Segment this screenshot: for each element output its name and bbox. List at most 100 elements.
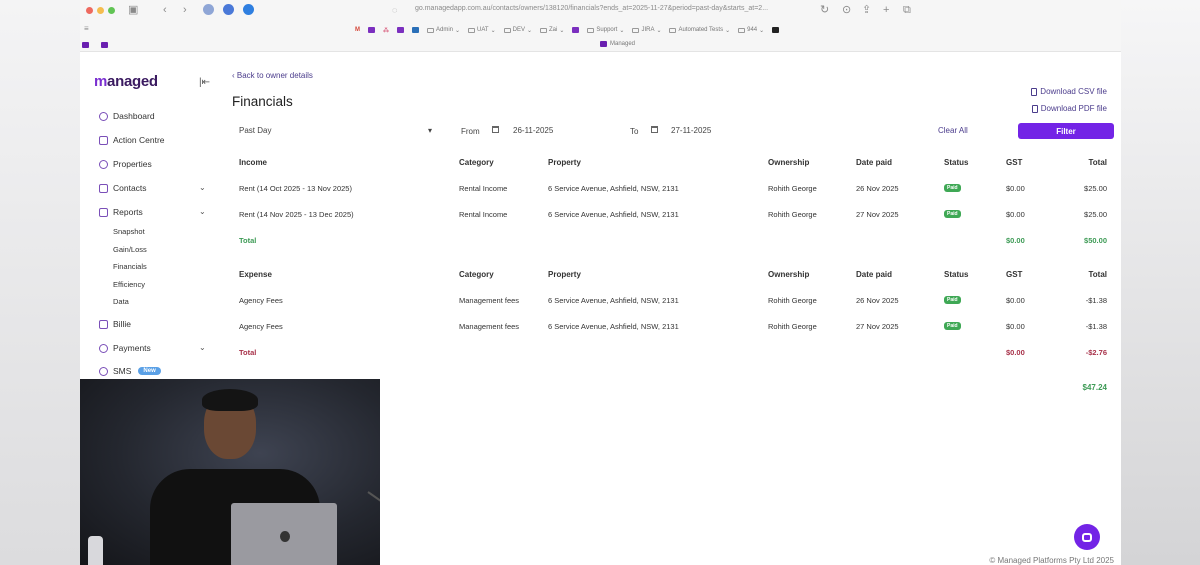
clear-all-button[interactable]: Clear All: [938, 126, 968, 135]
column-header: Date paid: [856, 270, 893, 279]
row-property: 6 Service Avenue, Ashfield, NSW, 2131: [548, 210, 679, 219]
sidebar-toggle-icon[interactable]: ▣: [128, 3, 138, 17]
total-gst: $0.00: [1006, 236, 1025, 245]
filter-bar: Past Day ▾ From 26-11-2025 To 27-11-2025…: [232, 122, 1115, 140]
column-header: GST: [1006, 158, 1023, 167]
pinned-tab-icon[interactable]: [82, 38, 89, 52]
column-header: Total: [1088, 270, 1107, 279]
bookmark-folder[interactable]: Automated Tests ⌄: [669, 27, 730, 34]
total-amount: -$2.76: [1085, 348, 1107, 357]
bookmark-folder[interactable]: Zai ⌄: [540, 27, 564, 34]
minimize-window-button[interactable]: [97, 7, 104, 14]
privacy-icon: ◌: [392, 5, 398, 15]
sidebar-item-properties[interactable]: Properties: [99, 159, 152, 169]
to-date-input[interactable]: 27-11-2025: [671, 126, 711, 135]
extension-icon[interactable]: [223, 4, 234, 15]
sidebar-item-contacts[interactable]: Contacts: [99, 183, 147, 193]
browser-toolbar: ▣ ‹ › ◌ go.managedapp.com.au/contacts/ow…: [80, 0, 1121, 52]
collapse-sidebar-icon[interactable]: |⇤: [199, 77, 210, 88]
sidebar-item-billie[interactable]: Billie: [99, 319, 131, 329]
folder-icon: [468, 27, 476, 33]
sidebar-item-action-centre[interactable]: Action Centre: [99, 135, 165, 145]
bookmark-app-icon[interactable]: [772, 27, 780, 33]
sidebar-subitem-gain-loss[interactable]: Gain/Loss: [113, 245, 147, 254]
reload-icon[interactable]: ↻: [820, 3, 829, 17]
caret-down-icon[interactable]: ▾: [428, 126, 432, 135]
bookmark-folder[interactable]: Support ⌄: [587, 27, 624, 34]
bookmark-folder[interactable]: UAT ⌄: [468, 27, 496, 34]
column-header: Date paid: [856, 158, 893, 167]
brand-logo[interactable]: mmanagedanaged: [94, 73, 158, 90]
period-select[interactable]: Past Day: [239, 126, 271, 135]
presenter-video: [80, 379, 380, 565]
document-icon: [99, 319, 108, 329]
status-badge: Paid: [944, 322, 961, 330]
tab-overview-icon[interactable]: ⧉: [903, 3, 911, 17]
status-badge: Paid: [944, 184, 961, 192]
chat-support-button[interactable]: [1074, 524, 1100, 550]
bookmark-folder[interactable]: JIRA ⌄: [632, 27, 661, 34]
bookmark-app-icon[interactable]: ⁂: [383, 27, 389, 34]
column-header: Property: [548, 158, 581, 167]
extension-icon[interactable]: [243, 4, 254, 15]
zoom-window-button[interactable]: [108, 7, 115, 14]
sidebar-item-sms[interactable]: SMS New: [99, 366, 161, 376]
bookmark-managed-icon[interactable]: [368, 27, 375, 33]
bookmark-managed-icon[interactable]: [397, 27, 404, 33]
row-description: Rent (14 Oct 2025 - 13 Nov 2025): [239, 184, 352, 193]
chevron-down-icon[interactable]: ⌄: [199, 183, 206, 192]
row-date: 27 Nov 2025: [856, 210, 899, 219]
sidebar-subitem-efficiency[interactable]: Efficiency: [113, 280, 145, 289]
bookmark-folder[interactable]: Admin ⌄: [427, 27, 460, 34]
sidebar-subitem-financials[interactable]: Financials: [113, 262, 147, 271]
sidebar-item-dashboard[interactable]: Dashboard: [99, 111, 155, 121]
folder-icon: [427, 27, 434, 33]
properties-icon: [99, 159, 108, 169]
back-arrow-icon[interactable]: ‹: [163, 3, 167, 17]
file-icon: [1031, 104, 1038, 113]
extension-icon[interactable]: [203, 4, 214, 15]
net-total: $47.24: [1082, 383, 1107, 392]
sidebar-subitem-snapshot[interactable]: Snapshot: [113, 227, 145, 236]
table-row[interactable]: Rent (14 Oct 2025 - 13 Nov 2025) Rental …: [232, 184, 1115, 196]
bookmark-managed-icon[interactable]: [572, 27, 580, 33]
bookmark-app-icon[interactable]: [412, 27, 419, 33]
pinned-tab-icon[interactable]: [101, 38, 108, 52]
calendar-icon[interactable]: [651, 126, 658, 135]
close-window-button[interactable]: [86, 7, 93, 14]
column-header: Ownership: [768, 158, 810, 167]
download-csv-link[interactable]: Download CSV file: [1031, 87, 1107, 96]
forward-arrow-icon[interactable]: ›: [183, 3, 187, 17]
table-row[interactable]: Agency Fees Management fees 6 Service Av…: [232, 296, 1115, 308]
sidebar-subitem-data[interactable]: Data: [113, 297, 129, 306]
row-gst: $0.00: [1006, 210, 1025, 219]
row-property: 6 Service Avenue, Ashfield, NSW, 2131: [548, 184, 679, 193]
chevron-down-icon[interactable]: ⌄: [199, 343, 206, 352]
to-label: To: [630, 127, 639, 136]
from-date-input[interactable]: 26-11-2025: [513, 126, 553, 135]
background-left: [0, 0, 80, 565]
chevron-down-icon[interactable]: ⌄: [199, 207, 206, 216]
bookmark-folder[interactable]: DEV ⌄: [503, 27, 532, 34]
row-ownership: Rohith George: [768, 296, 817, 305]
folder-icon: [738, 27, 746, 33]
filter-button[interactable]: Filter: [1018, 123, 1114, 139]
address-bar[interactable]: go.managedapp.com.au/contacts/owners/138…: [415, 5, 768, 12]
sidebar-item-reports[interactable]: Reports: [99, 207, 143, 217]
back-to-owner-link[interactable]: ‹ Back to owner details: [232, 71, 313, 80]
calendar-icon[interactable]: [492, 126, 499, 135]
download-pdf-link[interactable]: Download PDF file: [1031, 104, 1107, 113]
download-icon[interactable]: ⊙: [842, 3, 851, 17]
chat-icon: [1082, 532, 1092, 542]
reading-list-icon[interactable]: ≡: [84, 22, 89, 36]
new-tab-icon[interactable]: +: [883, 3, 889, 17]
gmail-icon[interactable]: M: [355, 27, 360, 33]
sidebar-item-payments[interactable]: Payments: [99, 343, 151, 353]
table-row[interactable]: Agency Fees Management fees 6 Service Av…: [232, 322, 1115, 334]
folder-icon: [669, 27, 677, 33]
share-icon[interactable]: ⇪: [862, 3, 871, 17]
active-tab[interactable]: Managed: [600, 41, 635, 47]
bookmark-folder[interactable]: 944 ⌄: [738, 27, 764, 34]
table-row[interactable]: Rent (14 Nov 2025 - 13 Dec 2025) Rental …: [232, 210, 1115, 222]
presenter-hair: [202, 389, 258, 411]
